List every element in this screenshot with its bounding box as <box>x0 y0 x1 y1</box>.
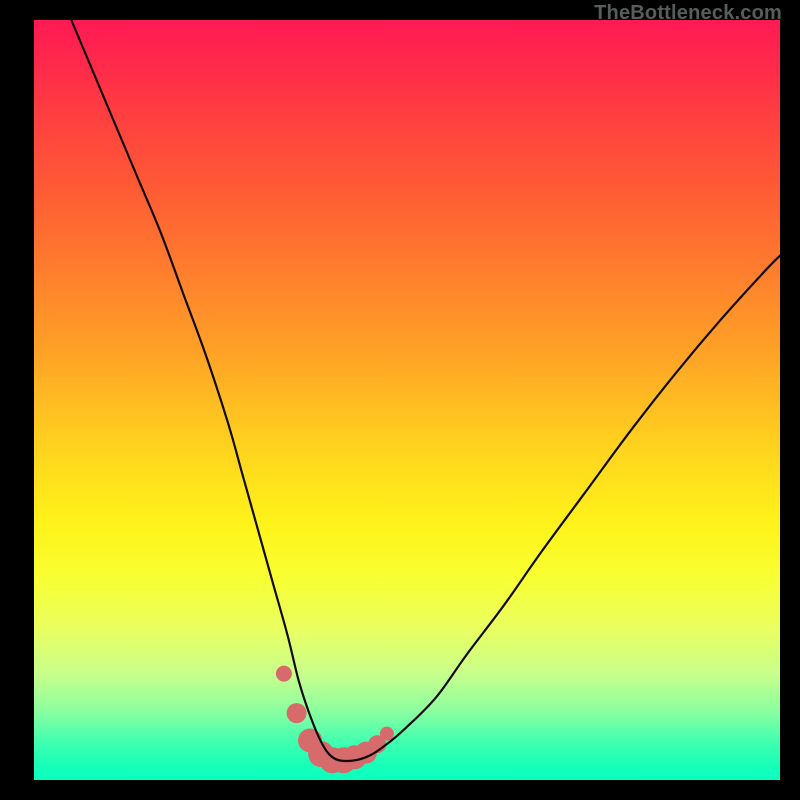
highlighted-dots <box>276 666 394 774</box>
chart-svg <box>34 20 780 780</box>
dot <box>276 666 292 682</box>
dot <box>287 703 307 723</box>
bottleneck-curve <box>71 20 780 761</box>
plot-area <box>34 20 780 780</box>
chart-frame: TheBottleneck.com <box>0 0 800 800</box>
watermark-text: TheBottleneck.com <box>594 2 782 25</box>
dot <box>380 727 394 741</box>
